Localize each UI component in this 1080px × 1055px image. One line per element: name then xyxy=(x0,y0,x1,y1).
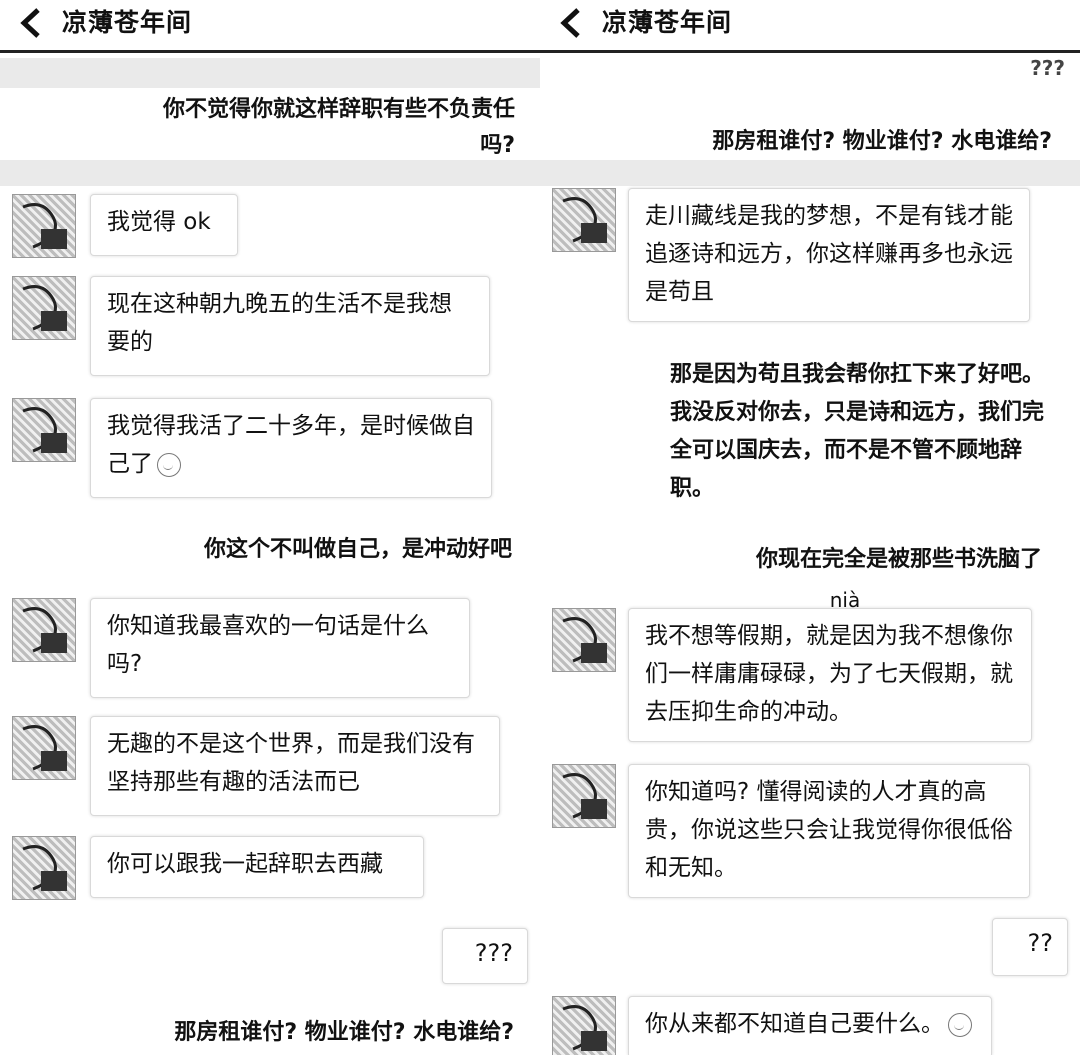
sent-message: ?? xyxy=(992,918,1068,976)
sent-message: 那房租谁付? 物业谁付? 水电谁给? xyxy=(712,129,1052,154)
avatar[interactable] xyxy=(12,194,76,258)
chat-title: 凉薄苍年间 xyxy=(62,8,193,37)
received-message: 你知道我最喜欢的一句话是什么吗? xyxy=(90,598,470,698)
chevron-left-icon[interactable] xyxy=(556,6,590,40)
chat-panel-right: 凉薄苍年间 ??? 那房租谁付? 物业谁付? 水电谁给? 走川藏线是我的梦想，不… xyxy=(540,0,1080,1055)
received-message: 你可以跟我一起辞职去西藏 xyxy=(90,836,424,898)
sent-message: 那是因为苟且我会帮你扛下来了好吧。我没反对你去，只是诗和远方，我们完全可以国庆去… xyxy=(670,362,1045,501)
smile-emoji-icon xyxy=(157,452,181,477)
avatar[interactable] xyxy=(12,398,76,462)
avatar[interactable] xyxy=(12,716,76,780)
avatar[interactable] xyxy=(12,276,76,340)
chat-header: 凉薄苍年间 xyxy=(0,0,540,53)
avatar[interactable] xyxy=(552,188,616,252)
sent-message: 你现在完全是被那些书洗脑了 xyxy=(755,547,1042,572)
header-divider xyxy=(0,50,540,53)
received-message: 现在这种朝九晚五的生活不是我想要的 xyxy=(90,276,490,376)
sent-message: 那房租谁付? 物业谁付? 水电谁给? xyxy=(174,1020,514,1045)
received-message: 我觉得我活了二十多年，是时候做自己了 xyxy=(90,398,492,498)
received-message: 你从来都不知道自己要什么。 xyxy=(628,996,992,1055)
received-message: 你知道吗? 懂得阅读的人才真的高贵，你说这些只会让我觉得你很低俗和无知。 xyxy=(628,764,1030,898)
avatar[interactable] xyxy=(552,608,616,672)
chat-title: 凉薄苍年间 xyxy=(602,8,733,37)
received-message: 走川藏线是我的梦想，不是有钱才能追逐诗和远方，你这样赚再多也永远是苟且 xyxy=(628,188,1030,322)
scan-noise xyxy=(540,160,1080,186)
chat-panel-left: 凉薄苍年间 你不觉得你就这样辞职有些不负责任吗? 我觉得 ok 现在这种朝九晚五… xyxy=(0,0,540,1055)
scan-noise xyxy=(0,58,540,88)
sent-message: ??? xyxy=(442,928,528,984)
avatar[interactable] xyxy=(552,764,616,828)
avatar[interactable] xyxy=(12,836,76,900)
sent-message: 你不觉得你就这样辞职有些不负责任吗? xyxy=(162,97,515,158)
sent-message: 你这个不叫做自己，是冲动好吧 xyxy=(203,537,512,562)
avatar[interactable] xyxy=(552,996,616,1055)
received-message: 我觉得 ok xyxy=(90,194,238,256)
received-message: 我不想等假期，就是因为我不想像你们一样庸庸碌碌，为了七天假期，就去压抑生命的冲动… xyxy=(628,608,1032,742)
chat-header: 凉薄苍年间 xyxy=(540,0,1080,53)
smile-emoji-icon xyxy=(948,1012,972,1037)
sent-message: ??? xyxy=(1030,56,1065,80)
message-text: 你从来都不知道自己要什么。 xyxy=(645,1011,944,1037)
received-message: 无趣的不是这个世界，而是我们没有坚持那些有趣的活法而已 xyxy=(90,716,500,816)
avatar[interactable] xyxy=(12,598,76,662)
chevron-left-icon[interactable] xyxy=(16,6,50,40)
